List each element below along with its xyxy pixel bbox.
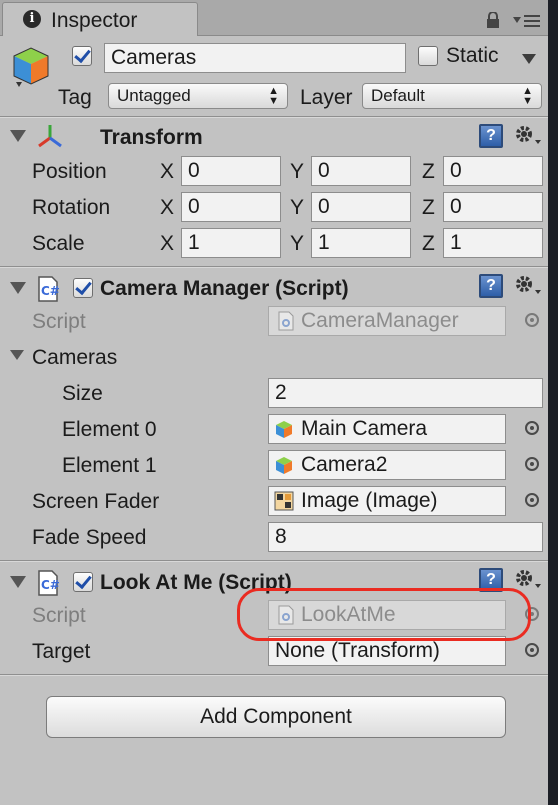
object-name-field[interactable]: Cameras — [104, 43, 406, 73]
axis-x-label: X — [160, 232, 175, 255]
scale-label: Scale — [32, 232, 85, 255]
axis-z-label: Z — [422, 196, 435, 219]
gear-icon[interactable] — [514, 124, 542, 148]
object-picker-icon[interactable] — [525, 643, 539, 657]
updown-arrows-icon: ▲ ▼ — [268, 85, 279, 107]
script-asset-icon — [278, 311, 294, 331]
cameras-label: Cameras — [32, 346, 118, 369]
add-component-button[interactable]: Add Component — [46, 696, 506, 738]
element-1-label: Element 1 — [62, 454, 157, 477]
script-field: CameraManager — [268, 306, 506, 336]
divider — [0, 561, 548, 562]
object-picker-icon[interactable] — [525, 421, 539, 435]
axis-z-label: Z — [422, 232, 435, 255]
tag-dropdown-value: Untagged — [117, 86, 191, 105]
foldout-arrow-icon[interactable] — [10, 282, 26, 294]
position-x-field[interactable]: 0 — [181, 156, 281, 186]
active-checkbox[interactable] — [72, 46, 92, 66]
script-field-value: CameraManager — [301, 309, 459, 332]
tag-dropdown[interactable]: Untagged ▲ ▼ — [108, 83, 288, 109]
fade-speed-label: Fade Speed — [32, 526, 147, 549]
axis-x-label: X — [160, 160, 175, 183]
axis-x-label: X — [160, 196, 175, 219]
gameobject-icon[interactable] — [8, 44, 54, 90]
gameobject-icon — [276, 457, 292, 474]
gear-icon[interactable] — [514, 274, 542, 298]
cameras-foldout-icon[interactable] — [10, 350, 24, 360]
axis-y-label: Y — [290, 232, 305, 255]
axis-z-label: Z — [422, 160, 435, 183]
transform-icon — [38, 125, 62, 148]
tab-bar: i Inspector — [0, 0, 548, 36]
axis-y-label: Y — [290, 160, 305, 183]
help-icon[interactable]: ? — [479, 274, 503, 298]
tab-label: Inspector — [51, 9, 138, 32]
element-0-value: Main Camera — [301, 417, 428, 440]
rotation-label: Rotation — [32, 196, 111, 219]
transform-title: Transform — [100, 126, 203, 149]
element-0-label: Element 0 — [62, 418, 157, 441]
layer-label: Layer — [300, 86, 353, 109]
script-label: Script — [32, 604, 86, 627]
position-label: Position — [32, 160, 107, 183]
static-label: Static — [446, 44, 499, 67]
camera-manager-title: Camera Manager (Script) — [100, 277, 349, 300]
lock-icon[interactable] — [486, 12, 500, 28]
tab-menu-icon[interactable] — [512, 14, 542, 28]
gear-icon[interactable] — [514, 568, 542, 592]
rotation-y-field[interactable]: 0 — [311, 192, 411, 222]
csharp-script-icon: C# — [38, 276, 60, 302]
position-z-field[interactable]: 0 — [443, 156, 543, 186]
updown-arrows-icon: ▲ ▼ — [522, 85, 533, 107]
static-dropdown-arrow-icon[interactable] — [522, 54, 536, 64]
help-icon[interactable]: ? — [479, 124, 503, 148]
static-checkbox[interactable] — [418, 46, 438, 66]
layer-dropdown-value: Default — [371, 86, 425, 105]
scale-z-field[interactable]: 1 — [443, 228, 543, 258]
image-component-icon — [274, 491, 294, 511]
screen-fader-field[interactable]: Image (Image) — [268, 486, 506, 516]
foldout-arrow-icon[interactable] — [10, 130, 26, 142]
size-label: Size — [62, 382, 103, 405]
layer-dropdown[interactable]: Default ▲ ▼ — [362, 83, 542, 109]
foldout-arrow-icon[interactable] — [10, 576, 26, 588]
size-field[interactable]: 2 — [268, 378, 543, 408]
object-picker-icon[interactable] — [525, 457, 539, 471]
svg-text:C#: C# — [41, 578, 60, 592]
fade-speed-field[interactable]: 8 — [268, 522, 543, 552]
camera-manager-enabled-checkbox[interactable] — [73, 278, 93, 298]
object-picker-icon[interactable] — [525, 313, 539, 327]
rotation-x-field[interactable]: 0 — [181, 192, 281, 222]
rotation-z-field[interactable]: 0 — [443, 192, 543, 222]
tag-label: Tag — [58, 86, 92, 109]
divider — [0, 675, 548, 676]
inspector-window: i Inspector Cameras Static Tag Untagged … — [0, 0, 548, 805]
script-label: Script — [32, 310, 86, 333]
position-y-field[interactable]: 0 — [311, 156, 411, 186]
divider — [0, 117, 548, 118]
divider — [0, 267, 548, 268]
look-at-me-enabled-checkbox[interactable] — [73, 572, 93, 592]
screen-fader-value: Image (Image) — [301, 489, 438, 512]
element-1-field[interactable]: Camera2 — [268, 450, 506, 480]
axis-y-label: Y — [290, 196, 305, 219]
gameobject-icon — [276, 421, 292, 438]
screen-fader-label: Screen Fader — [32, 490, 160, 513]
element-1-value: Camera2 — [301, 453, 388, 476]
window-edge — [548, 0, 558, 805]
object-picker-icon[interactable] — [525, 493, 539, 507]
highlight-annotation — [237, 588, 531, 641]
tab-inspector[interactable]: i Inspector — [2, 2, 198, 36]
info-icon: i — [23, 10, 41, 28]
csharp-script-icon: C# — [38, 570, 60, 596]
scale-x-field[interactable]: 1 — [181, 228, 281, 258]
scale-y-field[interactable]: 1 — [311, 228, 411, 258]
svg-text:C#: C# — [41, 284, 60, 298]
element-0-field[interactable]: Main Camera — [268, 414, 506, 444]
target-label: Target — [32, 640, 91, 663]
